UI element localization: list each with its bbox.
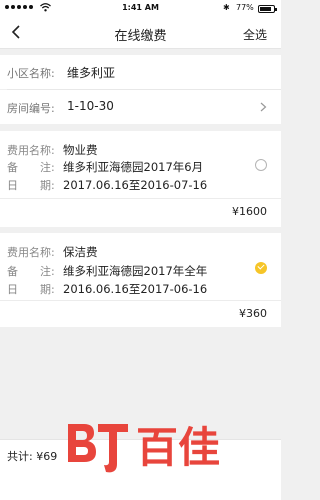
page-title: 在线缴费 bbox=[114, 29, 167, 44]
divider bbox=[0, 300, 281, 301]
fee-note-label: 备 注: bbox=[7, 161, 55, 174]
total-amount: ¥69 bbox=[36, 450, 58, 463]
status-bar: 1:41 AM ✱ 77% bbox=[0, 0, 281, 16]
fee-date-value: 2016.06.16至2017-06-16 bbox=[63, 282, 208, 296]
divider bbox=[0, 198, 281, 199]
fee-date-line: 日 期: 2016.06.16至2017-06-16 bbox=[7, 281, 207, 297]
fee-note-line: 备 注: 维多利亚海德园2017年全年 bbox=[7, 263, 207, 279]
bluetooth-icon: ✱ bbox=[223, 3, 230, 12]
fee-select-radio[interactable] bbox=[255, 159, 267, 171]
community-value: 维多利亚 bbox=[67, 66, 116, 80]
fee-amount: ¥360 bbox=[239, 307, 267, 320]
fee-date-value: 2017.06.16至2016-07-16 bbox=[63, 178, 208, 192]
battery-percentage: 77% bbox=[236, 3, 254, 12]
select-all-button[interactable]: 全选 bbox=[243, 26, 267, 43]
community-row: 小区名称: 维多利亚 bbox=[0, 55, 281, 89]
fee-item[interactable]: 费用名称: 物业费 备 注: 维多利亚海德园2017年6月 日 期: 2017.06.… bbox=[0, 131, 281, 227]
watermark-text: 百佳 bbox=[136, 423, 220, 472]
room-row[interactable]: 房间编号: 1-10-30 bbox=[0, 90, 281, 124]
fee-note-label: 备 注: bbox=[7, 265, 55, 278]
fee-note-value: 维多利亚海德园2017年全年 bbox=[63, 264, 208, 278]
chevron-right-icon bbox=[260, 102, 267, 112]
fee-name-value: 保洁费 bbox=[63, 245, 98, 259]
total-label: 共计: bbox=[7, 450, 33, 463]
fee-note-value: 维多利亚海德园2017年6月 bbox=[63, 160, 204, 174]
fee-name-value: 物业费 bbox=[63, 143, 98, 157]
fee-name-line: 费用名称: 物业费 bbox=[7, 142, 98, 158]
watermark-logo: 百佳 bbox=[68, 423, 220, 473]
room-label: 房间编号: bbox=[7, 102, 55, 115]
total-line: 共计: ¥69 bbox=[7, 448, 57, 464]
room-value: 1-10-30 bbox=[67, 99, 114, 113]
fee-date-line: 日 期: 2017.06.16至2016-07-16 bbox=[7, 177, 207, 193]
fee-date-label: 日 期: bbox=[7, 283, 55, 296]
navigation-bar: 在线缴费 全选 bbox=[0, 16, 281, 49]
fee-amount: ¥1600 bbox=[232, 205, 267, 218]
fee-date-label: 日 期: bbox=[7, 179, 55, 192]
community-label: 小区名称: bbox=[7, 67, 55, 80]
battery-icon bbox=[258, 5, 277, 13]
fee-name-label: 费用名称: bbox=[7, 246, 55, 259]
fee-select-radio-checked[interactable] bbox=[255, 262, 267, 274]
fee-name-line: 费用名称: 保洁费 bbox=[7, 244, 98, 260]
fee-item[interactable]: 费用名称: 保洁费 备 注: 维多利亚海德园2017年全年 日 期: 2016.06.… bbox=[0, 233, 281, 327]
fee-note-line: 备 注: 维多利亚海德园2017年6月 bbox=[7, 159, 203, 175]
fee-name-label: 费用名称: bbox=[7, 144, 55, 157]
